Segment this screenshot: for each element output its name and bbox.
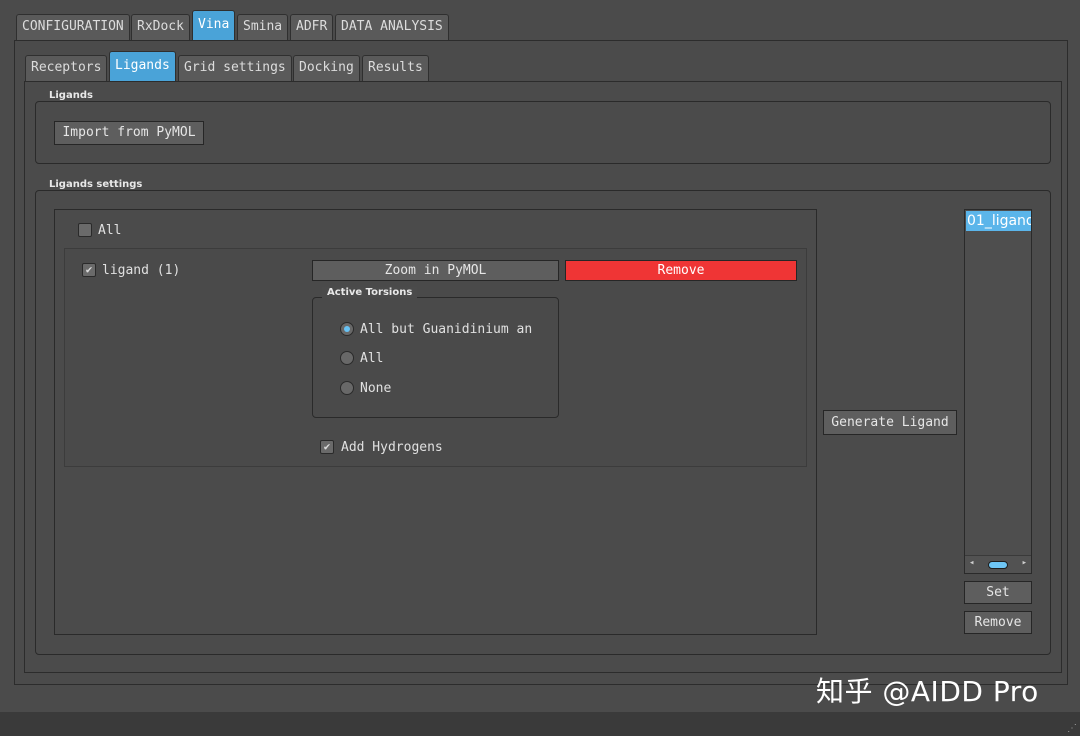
tab-grid-settings[interactable]: Grid settings	[178, 55, 292, 81]
torsion-radio-all-but-guanidinium[interactable]	[340, 322, 354, 336]
torsion-radio-none[interactable]	[340, 381, 354, 395]
list-item[interactable]: 01_ligand	[966, 211, 1031, 231]
import-from-pymol-button[interactable]: Import from PyMOL	[54, 121, 204, 145]
status-bar	[0, 712, 1080, 736]
tab-smina[interactable]: Smina	[237, 14, 289, 40]
ligands-settings-title: Ligands settings	[44, 179, 148, 190]
horizontal-scrollbar[interactable]: ◂ ▸	[965, 555, 1031, 573]
tab-receptors[interactable]: Receptors	[25, 55, 108, 81]
ligand-label: ligand (1)	[102, 263, 181, 278]
remove-ligand-button[interactable]: Remove	[565, 260, 797, 281]
add-hydrogens-label: Add Hydrogens	[341, 440, 443, 455]
tab-configuration[interactable]: CONFIGURATION	[16, 14, 130, 40]
tab-results[interactable]: Results	[362, 55, 429, 81]
all-checkbox[interactable]	[78, 223, 92, 237]
ligand-list[interactable]: 01_ligand ◂ ▸	[964, 209, 1032, 574]
ligands-group-title: Ligands	[44, 90, 98, 101]
zoom-in-pymol-button[interactable]: Zoom in PyMOL	[312, 260, 559, 281]
add-hydrogens-checkbox[interactable]: ✔	[320, 440, 334, 454]
tab-ligands[interactable]: Ligands	[109, 51, 176, 81]
all-label: All	[98, 223, 122, 238]
torsion-label-all-but-guanidinium: All but Guanidinium an	[360, 322, 533, 337]
tab-docking[interactable]: Docking	[293, 55, 360, 81]
active-torsions-title: Active Torsions	[322, 287, 418, 298]
tab-adfr[interactable]: ADFR	[290, 14, 334, 40]
generate-ligand-button[interactable]: Generate Ligand	[823, 410, 957, 435]
tab-rxdock[interactable]: RxDock	[131, 14, 190, 40]
scroll-left-icon[interactable]: ◂	[969, 558, 974, 568]
ligand-checkbox[interactable]: ✔	[82, 263, 96, 277]
set-button[interactable]: Set	[964, 581, 1032, 604]
torsion-label-none: None	[360, 381, 392, 396]
scrollbar-handle[interactable]	[988, 561, 1008, 569]
watermark: 知乎 @AIDD Pro	[816, 675, 1039, 708]
torsion-label-all: All	[360, 351, 384, 366]
scroll-right-icon[interactable]: ▸	[1022, 558, 1027, 568]
list-remove-button[interactable]: Remove	[964, 611, 1032, 634]
tab-data-analysis[interactable]: DATA ANALYSIS	[335, 14, 449, 40]
torsion-radio-all[interactable]	[340, 351, 354, 365]
resize-grip-icon[interactable]: ⋰	[1067, 723, 1077, 734]
tab-vina[interactable]: Vina	[192, 10, 236, 40]
